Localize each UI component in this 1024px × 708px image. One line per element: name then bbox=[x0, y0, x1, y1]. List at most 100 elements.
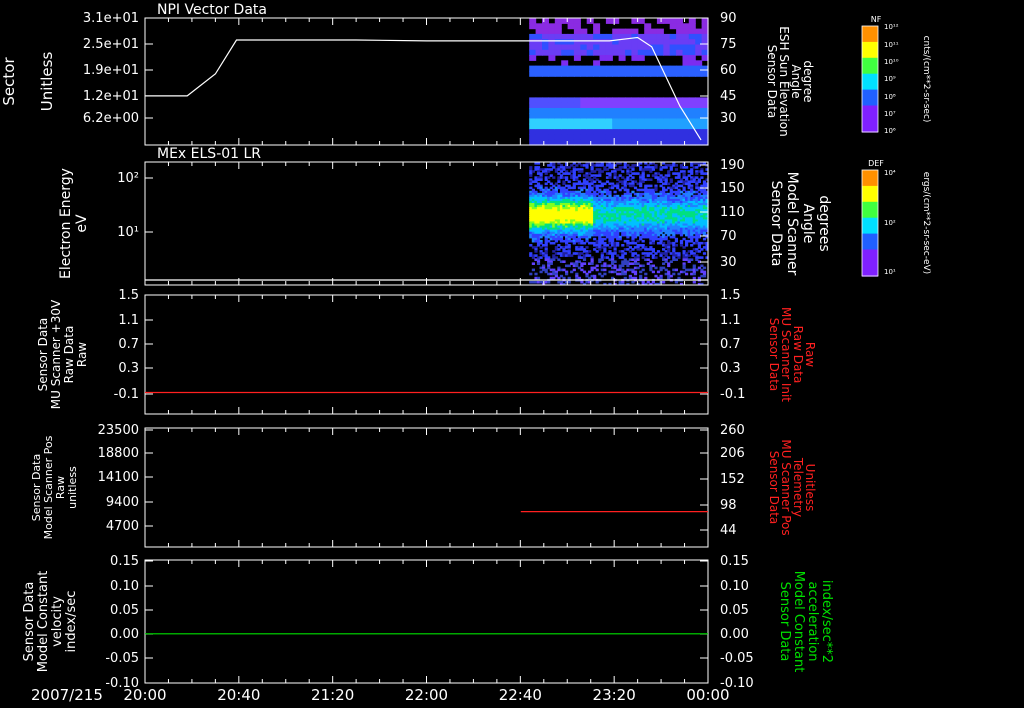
spectrogram-cell bbox=[636, 258, 640, 261]
spectrogram-cell bbox=[573, 44, 581, 51]
spectrogram-cell bbox=[667, 256, 671, 259]
spectrogram-cell bbox=[663, 44, 671, 51]
left-axis-label: eV bbox=[74, 214, 90, 233]
spectrogram-cell bbox=[542, 49, 549, 56]
spectrogram-cell bbox=[669, 33, 677, 40]
spectrogram-cell bbox=[700, 176, 704, 179]
spectrogram-cell bbox=[674, 268, 678, 272]
spectrogram-cell bbox=[580, 108, 588, 114]
spectrogram-cell bbox=[605, 102, 613, 109]
spectrogram-cell bbox=[580, 33, 588, 40]
spectrogram-cell bbox=[580, 39, 588, 46]
spectrogram-cell bbox=[688, 134, 696, 141]
spectrogram-cell bbox=[688, 23, 696, 30]
spectrogram-cell bbox=[535, 97, 543, 104]
spectrogram-cell bbox=[567, 97, 575, 104]
spectrogram-cell bbox=[529, 70, 537, 77]
spectrogram-cell bbox=[535, 39, 543, 46]
spectrogram-cell bbox=[554, 113, 562, 120]
spectrogram-cell bbox=[669, 118, 677, 125]
spectrogram-cell bbox=[644, 49, 652, 56]
spectrogram-cell bbox=[605, 18, 613, 24]
spectrogram-cell bbox=[593, 129, 601, 135]
right-axis-label: Telemetry bbox=[791, 457, 805, 517]
spectrogram-cell bbox=[702, 266, 707, 270]
spectrogram-cell bbox=[577, 174, 581, 177]
left-tick-label: 2.5e+01 bbox=[83, 37, 139, 52]
spectrogram-cell bbox=[561, 49, 569, 56]
spectrogram-cell bbox=[669, 123, 677, 130]
spectrogram-cell bbox=[682, 65, 690, 72]
spectrogram-cell bbox=[695, 108, 703, 114]
spectrogram-cell bbox=[599, 97, 607, 104]
spectrogram-cell bbox=[695, 33, 703, 40]
legend-tick: 10² bbox=[884, 219, 896, 227]
spectrogram-cell bbox=[598, 174, 602, 177]
spectrogram-cell bbox=[535, 65, 543, 72]
spectrogram-cell bbox=[593, 49, 601, 56]
spectrogram-cell bbox=[561, 123, 569, 130]
spectrogram-cell bbox=[682, 60, 690, 67]
legend-name: DEF bbox=[868, 159, 884, 168]
spectrogram-cell bbox=[669, 129, 677, 135]
right-axis-label: Sensor Data bbox=[768, 181, 784, 267]
left-tick-label: 18800 bbox=[98, 446, 139, 461]
right-tick-label: 44 bbox=[720, 523, 737, 538]
spectrogram-cell bbox=[631, 65, 639, 72]
spectrogram-cell bbox=[573, 97, 581, 104]
spectrogram-cell bbox=[682, 44, 690, 51]
spectrogram-cell bbox=[603, 272, 607, 276]
spectrogram-cell bbox=[688, 102, 696, 109]
spectrogram-cell bbox=[561, 102, 569, 109]
spectrogram-cell bbox=[663, 18, 671, 24]
spectrogram-cell bbox=[688, 55, 696, 61]
spectrogram-cell bbox=[573, 18, 581, 24]
spectrogram-cell bbox=[690, 172, 694, 175]
spectrogram-cell bbox=[561, 70, 569, 77]
spectrogram-cell bbox=[554, 118, 562, 125]
spectrogram-cell bbox=[676, 18, 684, 24]
spectrogram-cell bbox=[554, 129, 562, 135]
spectrogram-cell bbox=[618, 113, 626, 120]
spectrogram-cell bbox=[650, 65, 658, 72]
spectrogram-cell bbox=[567, 39, 575, 46]
spectrogram-cell bbox=[548, 33, 556, 40]
spectrogram-cell bbox=[663, 65, 671, 72]
spectrogram-cell bbox=[586, 113, 594, 120]
spectrogram-cell bbox=[641, 239, 645, 243]
spectrogram-cell bbox=[682, 33, 690, 40]
spectrogram-cell bbox=[573, 55, 581, 61]
spectrogram-cell bbox=[529, 129, 537, 135]
left-tick-label: 9400 bbox=[106, 495, 139, 510]
spectrogram-cell bbox=[695, 60, 703, 67]
spectrogram-cell bbox=[603, 268, 607, 272]
spectrogram-cell bbox=[586, 65, 594, 72]
spectrogram-cell bbox=[695, 44, 703, 51]
spectrogram-cell bbox=[542, 108, 549, 114]
spectrogram-cell bbox=[599, 134, 607, 141]
spectrogram-cell bbox=[580, 49, 588, 56]
spectrogram-cell bbox=[593, 39, 601, 46]
right-tick-label: 260 bbox=[720, 423, 745, 438]
spectrogram-cell bbox=[573, 134, 581, 141]
spectrogram-cell bbox=[534, 250, 538, 253]
spectrogram-cell bbox=[580, 129, 588, 135]
spectrogram-cell bbox=[637, 97, 645, 104]
spectrogram-cell bbox=[667, 174, 671, 177]
spectrogram-cell bbox=[649, 260, 653, 263]
spectrogram-cell bbox=[650, 97, 658, 104]
spectrogram-cell bbox=[593, 123, 601, 130]
spectrogram-cell bbox=[656, 129, 664, 135]
spectrogram-cell bbox=[605, 65, 613, 72]
spectrogram-cell bbox=[549, 262, 553, 265]
spectrogram-cell bbox=[656, 118, 664, 125]
spectrogram-cell bbox=[637, 18, 645, 24]
spectrogram-cell bbox=[593, 97, 601, 104]
spectrogram-cell bbox=[548, 118, 556, 125]
spectrogram-cell bbox=[580, 113, 588, 120]
spectrogram-cell bbox=[554, 23, 562, 30]
spectrogram-cell bbox=[639, 184, 643, 188]
left-axis-label: index/sec bbox=[64, 591, 79, 653]
right-tick-label: 190 bbox=[720, 158, 745, 173]
spectrogram-cell bbox=[625, 65, 632, 72]
